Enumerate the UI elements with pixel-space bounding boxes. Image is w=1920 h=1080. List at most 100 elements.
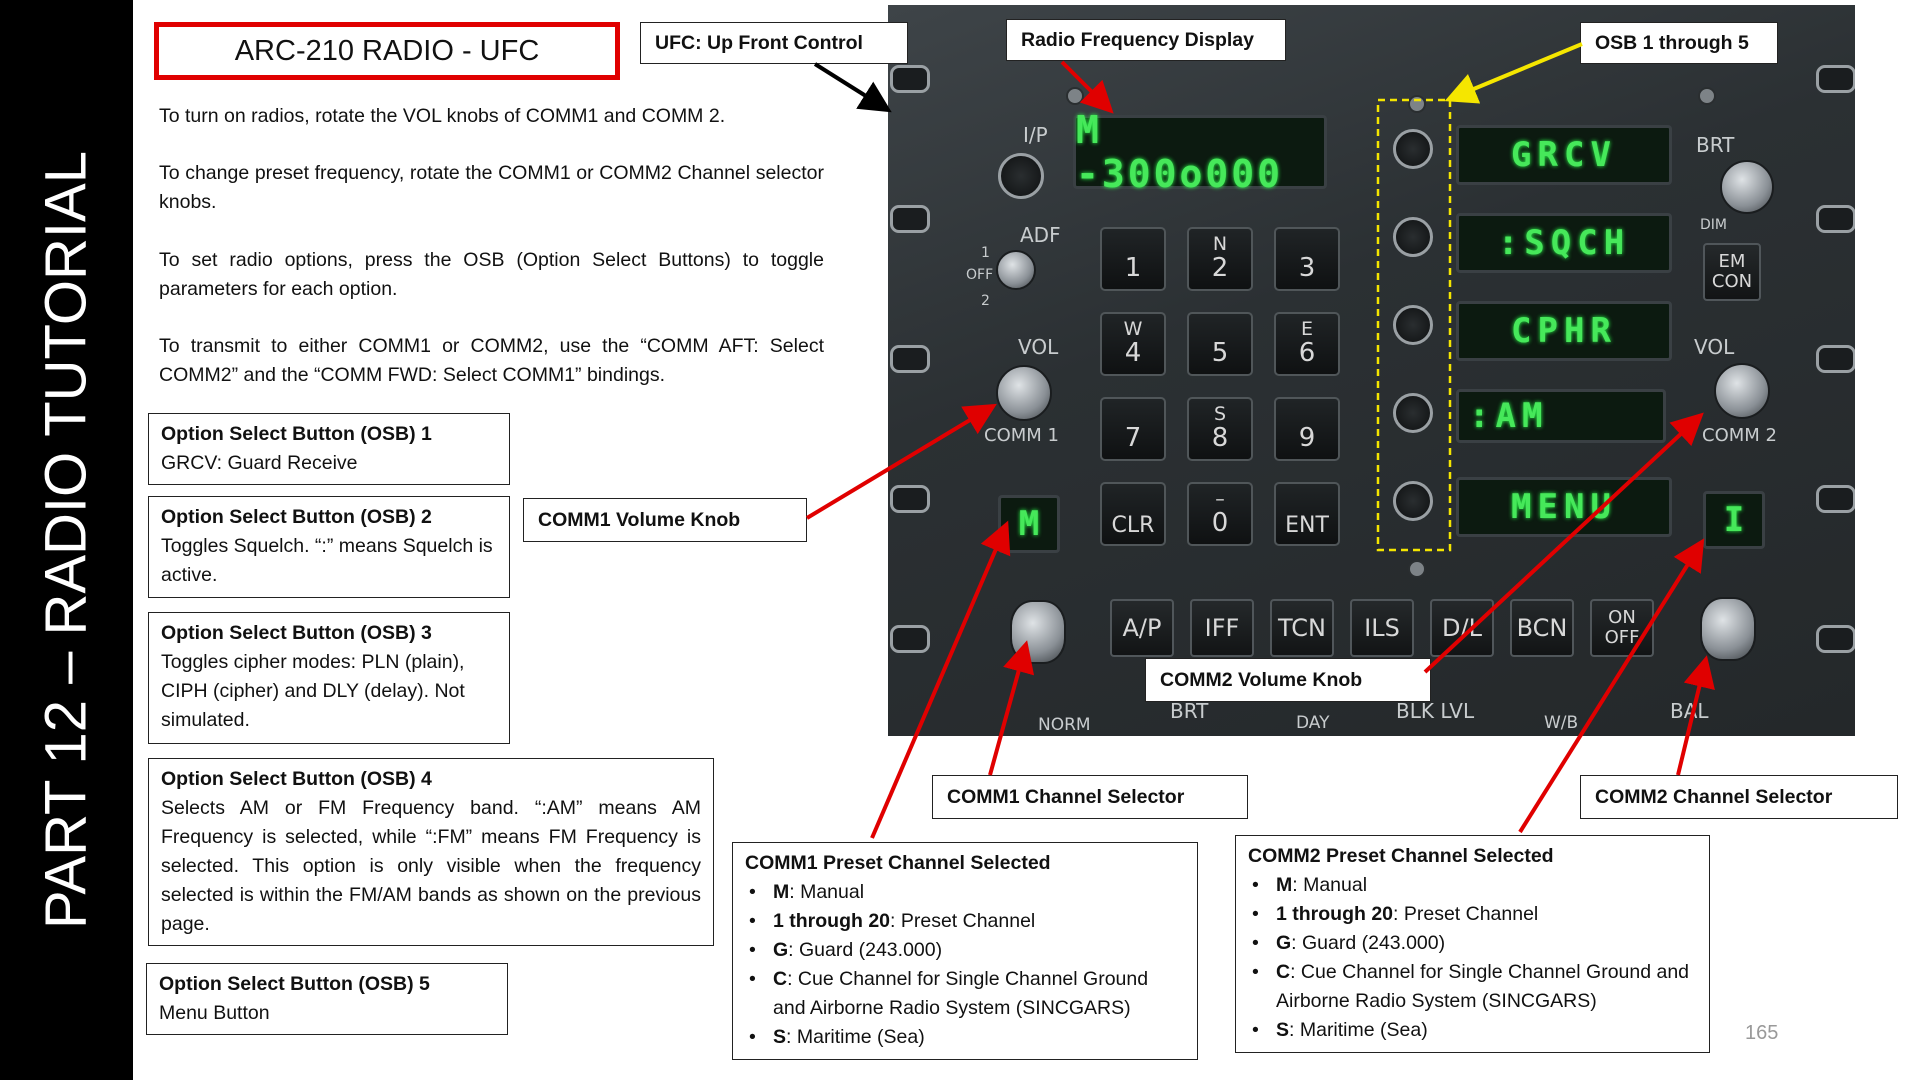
key-1[interactable]: 1	[1100, 227, 1166, 291]
key-ent[interactable]: ENT	[1274, 482, 1340, 546]
screw	[1408, 560, 1426, 578]
ap-button[interactable]: A/P	[1110, 599, 1174, 657]
key-5[interactable]: 5	[1187, 312, 1253, 376]
side-tab	[1816, 205, 1855, 233]
osb-range-callout: OSB 1 through 5	[1580, 22, 1778, 64]
key-9[interactable]: 9	[1274, 397, 1340, 461]
comm1-label: COMM 1	[984, 425, 1059, 446]
list-item: M: Manual	[1248, 871, 1697, 900]
key-0[interactable]: –0	[1187, 482, 1253, 546]
brightness-knob[interactable]	[1720, 160, 1774, 214]
key-4[interactable]: W4	[1100, 312, 1166, 376]
side-tab	[1816, 345, 1855, 373]
osb1-text: GRCV: Guard Receive	[161, 452, 358, 474]
side-tab	[890, 65, 930, 93]
comm2-preset-title: COMM2 Preset Channel Selected	[1248, 845, 1554, 867]
tcn-button[interactable]: TCN	[1270, 599, 1334, 657]
osb-2-button[interactable]	[1393, 217, 1433, 257]
side-tab	[1816, 625, 1855, 653]
ufc-panel-image: I/P ADF OFF 1 2 VOL COMM 1 M M -300o000 …	[888, 5, 1855, 736]
list-item: G: Guard (243.000)	[745, 936, 1185, 965]
ils-button[interactable]: ILS	[1350, 599, 1414, 657]
option-display-3: CPHR	[1456, 301, 1672, 361]
comm1-preset-list: M: Manual 1 through 20: Preset Channel G…	[745, 878, 1185, 1052]
side-tab	[1816, 65, 1855, 93]
adf-switch[interactable]	[996, 250, 1036, 290]
key-clr[interactable]: CLR	[1100, 482, 1166, 546]
key-2[interactable]: N2	[1187, 227, 1253, 291]
ip-button[interactable]	[998, 153, 1044, 199]
osb3-box: Option Select Button (OSB) 3 Toggles cip…	[148, 612, 510, 744]
key-7[interactable]: 7	[1100, 397, 1166, 461]
day-label: DAY	[1296, 713, 1330, 733]
list-item: C: Cue Channel for Single Channel Ground…	[745, 965, 1185, 1023]
list-item: G: Guard (243.000)	[1248, 929, 1697, 958]
ufc-callout: UFC: Up Front Control	[640, 22, 908, 64]
norm-label: NORM	[1038, 715, 1091, 735]
osb3-title: Option Select Button (OSB) 3	[161, 622, 432, 644]
key-8[interactable]: S8	[1187, 397, 1253, 461]
iff-button[interactable]: IFF	[1190, 599, 1254, 657]
comm2-channel-display: I	[1703, 491, 1765, 549]
list-item: S: Maritime (Sea)	[745, 1023, 1185, 1052]
option-display-5: MENU	[1456, 477, 1672, 537]
key-6[interactable]: E6	[1274, 312, 1340, 376]
blk-lvl-label: BLK LVL	[1396, 699, 1475, 723]
comm2-volume-knob[interactable]	[1714, 363, 1770, 419]
comm2-label: COMM 2	[1702, 425, 1777, 446]
paragraph-options: To set radio options, press the OSB (Opt…	[159, 249, 824, 300]
adf-label: ADF	[1020, 223, 1061, 247]
comm1-preset-title: COMM1 Preset Channel Selected	[745, 852, 1051, 874]
list-item: M: Manual	[745, 878, 1185, 907]
adf-off-label: OFF	[966, 267, 994, 283]
side-tab	[890, 345, 930, 373]
bal-label: BAL	[1670, 699, 1709, 723]
page-title: ARC-210 RADIO - UFC	[154, 22, 620, 80]
osb-1-button[interactable]	[1393, 129, 1433, 169]
side-tab	[890, 485, 930, 513]
option-display-1: GRCV	[1456, 125, 1672, 185]
option-display-2: :SQCH	[1456, 213, 1672, 273]
adf-2-label: 2	[981, 293, 990, 309]
on-off-button[interactable]: ON OFF	[1590, 599, 1654, 657]
emcon-button[interactable]: EM CON	[1703, 243, 1761, 301]
osb1-box: Option Select Button (OSB) 1 GRCV: Guard…	[148, 413, 510, 485]
paragraph-preset: To change preset frequency, rotate the C…	[159, 162, 824, 213]
bcn-button[interactable]: BCN	[1510, 599, 1574, 657]
comm2-channel-callout: COMM2 Channel Selector	[1580, 775, 1898, 819]
vol-right-label: VOL	[1694, 335, 1735, 359]
brt-bottom-label: BRT	[1170, 699, 1209, 723]
paragraph-turn-on: To turn on radios, rotate the VOL knobs …	[159, 105, 726, 127]
screw	[1066, 87, 1084, 105]
osb4-title: Option Select Button (OSB) 4	[161, 768, 432, 790]
osb-4-button[interactable]	[1393, 393, 1433, 433]
adf-1-label: 1	[981, 245, 990, 261]
osb2-box: Option Select Button (OSB) 2 Toggles Squ…	[148, 496, 510, 598]
side-tab	[890, 205, 930, 233]
comm1-channel-knob[interactable]	[1010, 600, 1066, 664]
paragraph-transmit: To transmit to either COMM1 or COMM2, us…	[159, 335, 824, 386]
osb3-text: Toggles cipher modes: PLN (plain), CIPH …	[161, 651, 465, 731]
osb4-text: Selects AM or FM Frequency band. “:AM” m…	[161, 797, 701, 935]
osb1-title: Option Select Button (OSB) 1	[161, 423, 432, 445]
comm2-preset-list: M: Manual 1 through 20: Preset Channel G…	[1248, 871, 1697, 1045]
comm2-channel-knob[interactable]	[1700, 597, 1756, 661]
dl-button[interactable]: D/L	[1430, 599, 1494, 657]
side-tab	[1816, 485, 1855, 513]
wb-label: W/B	[1544, 713, 1579, 733]
comm1-volume-callout: COMM1 Volume Knob	[523, 498, 807, 542]
osb2-text: Toggles Squelch. “:” means Squelch is ac…	[161, 535, 493, 586]
key-3[interactable]: 3	[1274, 227, 1340, 291]
ufc-arrow	[813, 62, 892, 113]
osb-3-button[interactable]	[1393, 305, 1433, 345]
ip-label: I/P	[1023, 123, 1048, 147]
screw	[1698, 87, 1716, 105]
osb-5-button[interactable]	[1393, 481, 1433, 521]
comm1-channel-display: M	[998, 495, 1060, 553]
osb4-box: Option Select Button (OSB) 4 Selects AM …	[148, 758, 714, 946]
comm2-preset-box: COMM2 Preset Channel Selected M: Manual …	[1235, 835, 1710, 1053]
comm1-channel-callout: COMM1 Channel Selector	[932, 775, 1248, 819]
comm1-volume-knob[interactable]	[996, 365, 1052, 421]
comm2-volume-callout: COMM2 Volume Knob	[1145, 658, 1431, 702]
osb5-title: Option Select Button (OSB) 5	[159, 973, 430, 995]
